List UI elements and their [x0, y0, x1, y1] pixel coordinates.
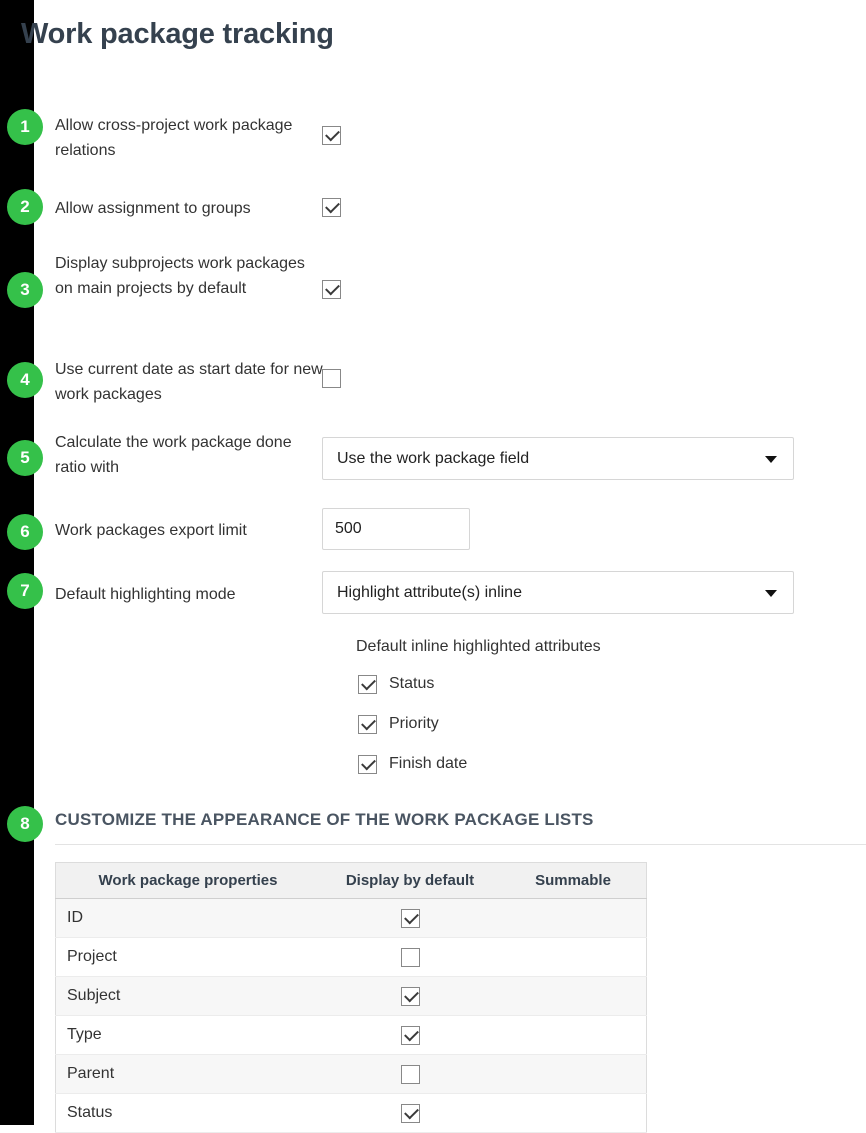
inline-attributes-title: Default inline highlighted attributes — [356, 638, 601, 655]
step-badge-7: 7 — [7, 573, 43, 609]
done-ratio-select[interactable]: Use the work package field — [322, 437, 794, 480]
inline-highlighted-attributes-group: Default inline highlighted attributes St… — [356, 636, 686, 784]
column-header-properties: Work package properties — [55, 862, 320, 899]
check-icon — [358, 714, 377, 734]
unchecked-box-icon — [322, 369, 341, 388]
property-name-status: Status — [55, 1093, 320, 1133]
display-checkbox-project[interactable] — [320, 937, 500, 977]
check-icon — [400, 1025, 420, 1045]
table-header: Work package properties Display by defau… — [55, 862, 647, 899]
table-row: Subject — [55, 976, 647, 1016]
table-header-row: Work package properties Display by defau… — [55, 862, 647, 899]
check-icon — [358, 674, 377, 694]
summable-cell-parent — [500, 1054, 647, 1094]
check-icon — [358, 754, 377, 774]
page-title: Work package tracking — [21, 18, 334, 50]
highlighting-mode-select-value: Highlight attribute(s) inline — [337, 584, 522, 601]
section-divider — [55, 844, 866, 845]
checkbox-display-subprojects[interactable] — [322, 280, 341, 299]
chevron-down-icon — [765, 455, 777, 463]
check-icon — [400, 986, 420, 1006]
table-body: ID Project Subject Type Parent Status — [55, 898, 647, 1133]
property-name-project: Project — [55, 937, 320, 977]
property-name-subject: Subject — [55, 976, 320, 1016]
setting-label-current-date-start: Use current date as start date for new w… — [55, 361, 323, 403]
step-badge-6: 6 — [7, 514, 43, 550]
check-icon — [400, 908, 420, 928]
display-checkbox-parent[interactable] — [320, 1054, 500, 1094]
chevron-down-icon — [765, 589, 777, 597]
check-icon — [322, 126, 341, 145]
column-header-display-by-default: Display by default — [320, 862, 500, 899]
summable-cell-type — [500, 1015, 647, 1055]
inline-attribute-priority-label: Priority — [389, 715, 439, 732]
setting-label-cross-project-relations: Allow cross-project work package relatio… — [55, 117, 293, 159]
check-icon — [322, 198, 341, 217]
setting-label-done-ratio: Calculate the work package done ratio wi… — [55, 434, 292, 476]
check-icon — [322, 280, 341, 299]
export-limit-input[interactable]: 500 — [322, 508, 470, 550]
display-checkbox-id[interactable] — [320, 898, 500, 938]
summable-cell-id — [500, 898, 647, 938]
inline-attribute-priority[interactable]: Priority — [356, 704, 686, 744]
checkbox-cross-project-relations[interactable] — [322, 126, 341, 145]
summable-cell-status — [500, 1093, 647, 1133]
unchecked-box-icon — [400, 947, 420, 967]
setting-label-highlighting-mode: Default highlighting mode — [55, 586, 236, 603]
step-badge-2: 2 — [7, 189, 43, 225]
summable-cell-project — [500, 937, 647, 977]
table-row: Type — [55, 1015, 647, 1055]
summable-cell-subject — [500, 976, 647, 1016]
property-name-parent: Parent — [55, 1054, 320, 1094]
table-row: Status — [55, 1093, 647, 1133]
appearance-section-heading: CUSTOMIZE THE APPEARANCE OF THE WORK PAC… — [55, 810, 594, 829]
step-badge-4: 4 — [7, 362, 43, 398]
step-badge-8: 8 — [7, 806, 43, 842]
setting-label-display-subprojects: Display subprojects work packages on mai… — [55, 255, 305, 297]
step-badge-3: 3 — [7, 272, 43, 308]
setting-label-export-limit: Work packages export limit — [55, 522, 247, 539]
inline-attribute-finish-date-label: Finish date — [389, 755, 468, 772]
export-limit-value: 500 — [335, 520, 362, 537]
display-checkbox-type[interactable] — [320, 1015, 500, 1055]
inline-attribute-finish-date[interactable]: Finish date — [356, 744, 686, 784]
check-icon — [400, 1103, 420, 1123]
unchecked-box-icon — [400, 1064, 420, 1084]
display-checkbox-status[interactable] — [320, 1093, 500, 1133]
checkbox-current-date-start[interactable] — [322, 369, 341, 388]
checkbox-assignment-to-groups[interactable] — [322, 198, 341, 217]
display-checkbox-subject[interactable] — [320, 976, 500, 1016]
left-black-rail — [0, 0, 34, 1125]
table-row: Project — [55, 937, 647, 977]
table-row: ID — [55, 898, 647, 938]
table-row: Parent — [55, 1054, 647, 1094]
step-badge-5: 5 — [7, 440, 43, 476]
highlighting-mode-select[interactable]: Highlight attribute(s) inline — [322, 571, 794, 614]
inline-attribute-status[interactable]: Status — [356, 664, 686, 704]
done-ratio-select-value: Use the work package field — [337, 450, 530, 467]
column-header-summable: Summable — [500, 862, 647, 899]
property-name-type: Type — [55, 1015, 320, 1055]
work-package-properties-table: Work package properties Display by defau… — [55, 862, 647, 1133]
step-badge-1: 1 — [7, 109, 43, 145]
setting-label-assignment-to-groups: Allow assignment to groups — [55, 200, 251, 217]
property-name-id: ID — [55, 898, 320, 938]
inline-attribute-status-label: Status — [389, 675, 435, 692]
